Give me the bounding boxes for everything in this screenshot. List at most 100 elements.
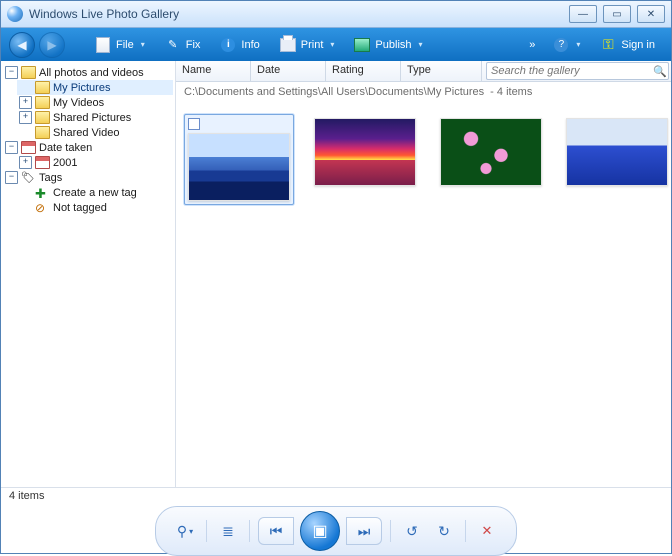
next-icon: ⏭ [358, 523, 371, 540]
nav-forward-button[interactable]: ▶ [39, 32, 65, 58]
fix-button[interactable]: ✎ Fix [157, 34, 209, 56]
search-input[interactable] [486, 62, 669, 80]
folder-icon [35, 81, 50, 94]
expand-icon[interactable]: + [19, 111, 32, 124]
delete-button[interactable]: ✕ [474, 518, 500, 544]
thumbnail-item[interactable] [184, 114, 294, 205]
maximize-button[interactable]: ▭ [603, 5, 631, 23]
thumbnail-image [314, 118, 416, 186]
tree-shared-pictures[interactable]: + Shared Pictures [17, 110, 173, 125]
column-name[interactable]: Name [176, 61, 251, 81]
selection-checkbox[interactable] [188, 118, 200, 130]
tree-root[interactable]: − All photos and videos [3, 65, 173, 80]
collapse-icon[interactable]: − [5, 171, 18, 184]
thumbnail-item[interactable] [310, 114, 420, 190]
column-rating[interactable]: Rating [326, 61, 401, 81]
tree-my-videos[interactable]: + My Videos [17, 95, 173, 110]
redo-icon: ↻ [438, 523, 450, 540]
fix-label: Fix [186, 39, 201, 51]
folder-icon [35, 126, 50, 139]
file-icon [96, 37, 110, 53]
folder-icon [35, 96, 50, 109]
navigation-tree[interactable]: − All photos and videos My Pictures + My… [1, 61, 176, 487]
close-window-button[interactable]: ✕ [637, 5, 665, 23]
tree-year-2001[interactable]: + 2001 [17, 155, 173, 170]
details-toggle-button[interactable]: ≣ [215, 518, 241, 544]
undo-icon: ↺ [406, 523, 418, 540]
delete-icon: ✕ [482, 523, 493, 539]
content-pane: Name Date Rating Type 🔍 C:\Documents and… [176, 61, 671, 487]
app-orb-icon [7, 6, 23, 22]
status-text: 4 items [9, 490, 44, 502]
tree-tags[interactable]: − 🏷 Tags [3, 170, 173, 185]
tree-label: My Videos [53, 97, 104, 109]
file-menu[interactable]: File▾ [87, 34, 153, 56]
calendar-icon [35, 156, 50, 169]
tree-my-pictures[interactable]: My Pictures [17, 80, 173, 95]
collapse-icon[interactable]: − [5, 141, 18, 154]
search-icon[interactable]: 🔍 [653, 65, 667, 78]
thumbnail-image [188, 133, 290, 201]
title-bar: Windows Live Photo Gallery — ▭ ✕ [1, 1, 671, 28]
thumbnail-image [440, 118, 542, 186]
sign-in-icon: ⚿ [600, 37, 616, 53]
slideshow-button[interactable]: ▣ [300, 511, 340, 551]
collapse-icon[interactable]: − [5, 66, 18, 79]
info-icon: i [221, 38, 235, 52]
folder-icon [35, 111, 50, 124]
help-icon: ? [554, 38, 568, 52]
tree-label: 2001 [53, 157, 77, 169]
main-toolbar: ◀ ▶ File▾ ✎ Fix i Info Print▾ Publish▾ »… [1, 28, 671, 61]
expand-icon[interactable]: + [19, 156, 32, 169]
tree-root-label: All photos and videos [39, 67, 144, 79]
window-title: Windows Live Photo Gallery [29, 7, 569, 21]
print-label: Print [301, 39, 324, 51]
print-icon [280, 38, 296, 52]
sign-in-button[interactable]: ⚿ Sign in [592, 34, 663, 56]
tree-label: My Pictures [53, 82, 110, 94]
tree-label: Not tagged [53, 202, 107, 214]
tree-date-taken[interactable]: − Date taken [3, 140, 173, 155]
path-text: C:\Documents and Settings\All Users\Docu… [184, 86, 484, 98]
minimize-button[interactable]: — [569, 5, 597, 23]
info-label: Info [241, 39, 259, 51]
print-menu[interactable]: Print▾ [272, 34, 343, 56]
folder-icon [21, 66, 36, 79]
file-menu-label: File [116, 39, 134, 51]
publish-icon [354, 38, 370, 52]
not-tagged-icon: ⊘ [35, 201, 50, 214]
tree-label: Tags [39, 172, 62, 184]
thumbnail-item[interactable] [562, 114, 672, 190]
publish-menu[interactable]: Publish▾ [346, 34, 430, 56]
next-button[interactable]: ⏭ [346, 517, 382, 545]
tree-shared-video[interactable]: Shared Video [17, 125, 173, 140]
zoom-icon: ⚲ [177, 523, 187, 540]
column-headers: Name Date Rating Type 🔍 [176, 61, 671, 82]
thumbnail-image [566, 118, 668, 186]
info-button[interactable]: i Info [212, 34, 267, 56]
tree-create-tag[interactable]: ✚ Create a new tag [17, 185, 173, 200]
expand-icon[interactable]: + [19, 96, 32, 109]
rotate-right-button[interactable]: ↻ [431, 518, 457, 544]
previous-button[interactable]: ⏮ [258, 517, 294, 545]
new-tag-icon: ✚ [35, 186, 50, 199]
breadcrumb: C:\Documents and Settings\All Users\Docu… [176, 82, 671, 102]
tag-icon: 🏷 [21, 171, 36, 184]
tree-label: Create a new tag [53, 187, 137, 199]
help-menu[interactable]: ?▾ [545, 34, 588, 56]
toolbar-overflow-button[interactable]: » [523, 39, 541, 51]
thumbnail-item[interactable] [436, 114, 546, 190]
thumbnail-grid[interactable] [176, 102, 671, 487]
item-count: - 4 items [490, 86, 532, 98]
column-date[interactable]: Date [251, 61, 326, 81]
publish-label: Publish [375, 39, 411, 51]
fix-icon: ✎ [165, 37, 181, 53]
rotate-left-button[interactable]: ↺ [399, 518, 425, 544]
column-type[interactable]: Type [401, 61, 482, 81]
tree-not-tagged[interactable]: ⊘ Not tagged [17, 200, 173, 215]
tree-label: Date taken [39, 142, 92, 154]
list-icon: ≣ [222, 523, 234, 540]
zoom-button[interactable]: ⚲▾ [172, 518, 198, 544]
nav-back-button[interactable]: ◀ [9, 32, 35, 58]
sign-in-label: Sign in [621, 39, 655, 51]
